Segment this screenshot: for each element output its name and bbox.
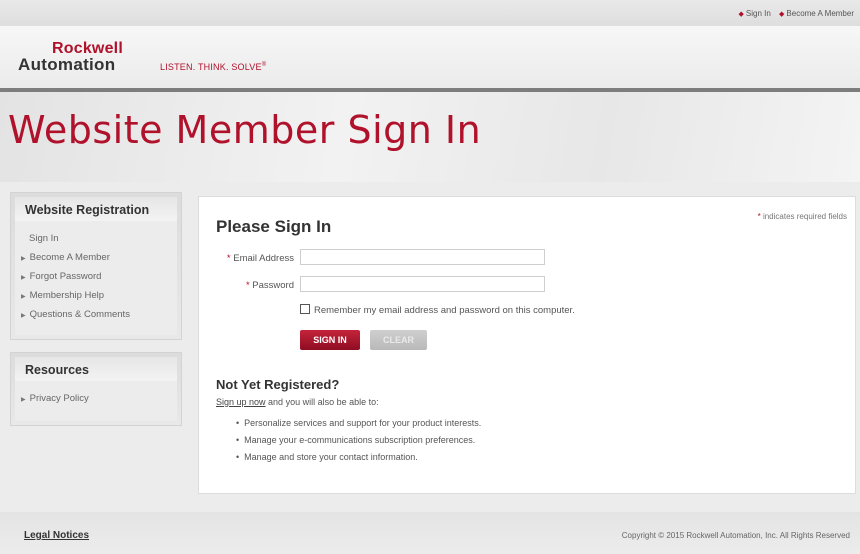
bullet-icon: • xyxy=(236,452,240,462)
sidebar-item-questions[interactable]: ▶ Questions & Comments xyxy=(21,309,130,320)
top-sign-in-link[interactable]: Sign In xyxy=(746,9,771,18)
triangle-right-icon: ▶ xyxy=(21,397,26,403)
bullet-icon: • xyxy=(236,418,240,428)
sign-in-title: Please Sign In xyxy=(216,217,332,236)
triangle-right-icon: ▶ xyxy=(21,256,26,262)
benefit-item: • Manage your e-communications subscripti… xyxy=(236,435,476,445)
sidebar-item-label: Membership Help xyxy=(29,290,105,301)
benefit-item: • Personalize services and support for yo… xyxy=(236,418,482,428)
signup-line: Sign up now and you will also be able to… xyxy=(216,397,379,407)
site-header: Rockwell Automation LISTEN. THINK. SOLVE… xyxy=(0,26,860,92)
site-footer: Legal Notices Copyright © 2015 Rockwell … xyxy=(0,512,860,554)
legal-notices-link[interactable]: Legal Notices xyxy=(24,530,89,541)
utility-links: ◆ Sign In ◆ Become A Member xyxy=(738,9,854,18)
sidebar-item-membership-help[interactable]: ▶ Membership Help xyxy=(21,290,104,301)
bullet-icon: ◆ xyxy=(779,11,785,18)
benefit-item: • Manage and store your contact informati… xyxy=(236,452,418,462)
email-field[interactable] xyxy=(300,249,545,265)
page-title: Website Member Sign In xyxy=(8,108,482,152)
triangle-right-icon: ▶ xyxy=(21,294,26,300)
tagline: LISTEN. THINK. SOLVE® xyxy=(160,62,267,72)
sign-up-now-link[interactable]: Sign up now xyxy=(216,397,266,407)
required-note: * indicates required fields xyxy=(757,212,847,221)
page-banner: Website Member Sign In xyxy=(0,92,860,182)
signup-text: and you will also be able to: xyxy=(265,397,379,407)
clear-button[interactable]: CLEAR xyxy=(370,330,427,350)
sidebar-item-become-member[interactable]: ▶ Become A Member xyxy=(21,252,110,263)
resources-title: Resources xyxy=(25,363,89,377)
top-become-member-link[interactable]: Become A Member xyxy=(786,9,854,18)
triangle-right-icon: ▶ xyxy=(21,275,26,281)
sidebar-item-label: Privacy Policy xyxy=(29,393,89,404)
registration-sidebar: Website Registration Sign In ▶ Become A M… xyxy=(10,192,182,340)
remember-label: Remember my email address and password o… xyxy=(314,305,575,316)
sidebar-item-privacy-policy[interactable]: ▶ Privacy Policy xyxy=(21,393,89,404)
triangle-right-icon: ▶ xyxy=(21,313,26,319)
sidebar-item-label: Questions & Comments xyxy=(29,309,130,320)
sidebar-item-label: Forgot Password xyxy=(29,271,102,282)
sidebar-item-sign-in[interactable]: Sign In xyxy=(29,233,59,244)
sign-in-panel: * indicates required fields Please Sign … xyxy=(198,196,856,494)
bullet-icon: ◆ xyxy=(738,11,744,18)
password-label: * Password xyxy=(245,280,294,291)
sign-in-button[interactable]: SIGN IN xyxy=(300,330,360,350)
remember-checkbox[interactable] xyxy=(300,304,310,314)
copyright-text: Copyright © 2015 Rockwell Automation, In… xyxy=(621,531,850,540)
registration-title: Website Registration xyxy=(25,203,150,217)
sidebar-item-forgot-password[interactable]: ▶ Forgot Password xyxy=(21,271,101,282)
not-registered-title: Not Yet Registered? xyxy=(216,377,340,392)
email-label: * Email Address xyxy=(226,253,294,264)
bullet-icon: • xyxy=(236,435,240,445)
top-utility-bar: ◆ Sign In ◆ Become A Member xyxy=(0,0,860,26)
logo-automation[interactable]: Automation xyxy=(18,55,115,75)
password-field[interactable] xyxy=(300,276,545,292)
resources-sidebar: Resources ▶ Privacy Policy xyxy=(10,352,182,426)
sidebar-item-label: Become A Member xyxy=(29,252,110,263)
